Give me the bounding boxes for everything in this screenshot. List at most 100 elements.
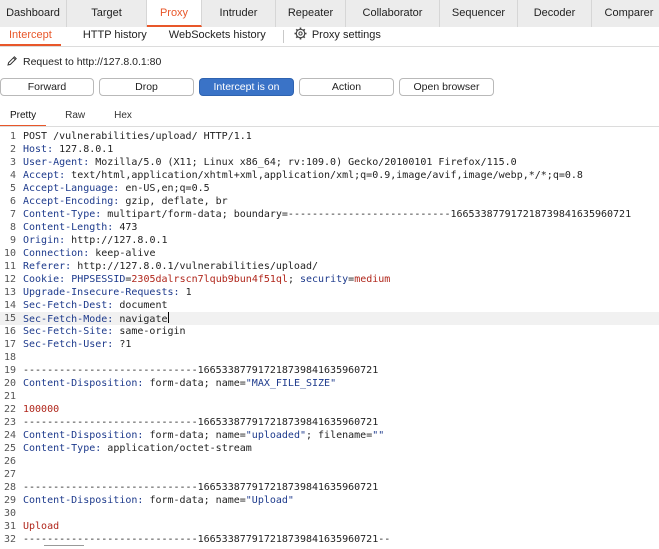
line-text: -----------------------------16653387791… — [23, 364, 659, 377]
code-line[interactable]: 14 Sec-Fetch-Dest: document — [0, 299, 659, 312]
line-content: POST /vulnerabilities/upload/ HTTP/1.1 — [23, 131, 252, 142]
code-line[interactable]: 6 Accept-Encoding: gzip, deflate, br — [0, 195, 659, 208]
tab-comparer[interactable]: Comparer — [592, 0, 659, 27]
line-number: 13 — [3, 287, 16, 298]
code-line[interactable]: 24 Content-Disposition: form-data; name="… — [0, 429, 659, 442]
text-cursor — [167, 312, 169, 323]
tab-sequencer[interactable]: Sequencer — [440, 0, 518, 27]
code-line[interactable]: 1 POST /vulnerabilities/upload/ HTTP/1.1 — [0, 130, 659, 143]
tab-pretty[interactable]: Pretty — [0, 108, 47, 127]
line-number: 14 — [3, 300, 16, 311]
quoted-value: "uploaded" — [245, 430, 306, 441]
line-number: 20 — [3, 378, 16, 389]
code-line[interactable]: 15 Sec-Fetch-Mode: navigate — [0, 312, 659, 325]
line-number: 24 — [3, 430, 16, 441]
code-line[interactable]: 20 Content-Disposition: form-data; name="… — [0, 377, 659, 390]
line-number: 3 — [9, 157, 16, 168]
header-name: Host: — [23, 144, 54, 155]
code-line[interactable]: 10 Connection: keep-alive — [0, 247, 659, 260]
drop-button[interactable]: Drop — [99, 78, 194, 96]
line-text: 100000 — [23, 403, 659, 416]
code-line[interactable]: 8 Content-Length: 473 — [0, 221, 659, 234]
line-text: Upload — [23, 520, 659, 533]
line-text — [23, 507, 659, 520]
cookie-value: medium — [354, 274, 391, 285]
tab-intruder[interactable]: Intruder — [202, 0, 276, 27]
code-line[interactable]: 19 -----------------------------166533877… — [0, 364, 659, 377]
line-number: 27 — [3, 469, 16, 480]
tab-proxy[interactable]: Proxy — [147, 0, 202, 27]
line-text: Referer: http://127.8.0.1/vulnerabilitie… — [23, 260, 659, 273]
line-text: Content-Disposition: form-data; name="up… — [23, 429, 659, 442]
code-line[interactable]: 7 Content-Type: multipart/form-data; boun… — [0, 208, 659, 221]
code-line[interactable]: 11 Referer: http://127.8.0.1/vulnerabilit… — [0, 260, 659, 273]
header-name: Sec-Fetch-Site: — [23, 326, 114, 337]
request-target-label: Request to http://127.8.0.1:80 — [23, 56, 162, 68]
request-editor[interactable]: 1 POST /vulnerabilities/upload/ HTTP/1.1 2… — [0, 130, 659, 548]
code-line[interactable]: 27 — [0, 468, 659, 481]
code-line[interactable]: 2 Host: 127.8.0.1 — [0, 143, 659, 156]
action-button[interactable]: Action — [299, 78, 394, 96]
editor-view-tabs: Pretty Raw Hex — [0, 108, 142, 127]
header-name: Connection: — [23, 248, 90, 259]
header-name: Content-Disposition: — [23, 430, 144, 441]
code-line[interactable]: 22 100000 — [0, 403, 659, 416]
open-browser-button[interactable]: Open browser — [399, 78, 494, 96]
code-line[interactable]: 9 Origin: http://127.8.0.1 — [0, 234, 659, 247]
header-value: form-data; name= — [143, 495, 246, 506]
tab-target[interactable]: Target — [67, 0, 147, 27]
intercept-toggle-button[interactable]: Intercept is on — [199, 78, 294, 96]
line-number: 18 — [3, 352, 16, 363]
code-line[interactable]: 16 Sec-Fetch-Site: same-origin — [0, 325, 659, 338]
pencil-icon — [7, 56, 17, 66]
tab-intercept[interactable]: Intercept — [0, 27, 61, 46]
header-name: Content-Length: — [23, 222, 114, 233]
code-line[interactable]: 29 Content-Disposition: form-data; name="… — [0, 494, 659, 507]
tab-collaborator[interactable]: Collaborator — [346, 0, 440, 27]
line-number: 17 — [3, 339, 16, 350]
tab-raw[interactable]: Raw — [55, 108, 95, 125]
line-number: 25 — [3, 443, 16, 454]
code-line[interactable]: 17 Sec-Fetch-User: ?1 — [0, 338, 659, 351]
header-name: Cookie: — [23, 274, 66, 285]
line-content: -----------------------------16653387791… — [23, 482, 379, 493]
header-name: Content-Type: — [23, 443, 102, 454]
code-line[interactable]: 32 -----------------------------166533877… — [0, 533, 659, 546]
scrollbar-stub[interactable] — [44, 545, 84, 549]
proxy-settings-button[interactable]: Proxy settings — [294, 27, 390, 46]
tab-websockets-history[interactable]: WebSockets history — [160, 27, 275, 46]
header-name: Content-Disposition: — [23, 495, 144, 506]
code-line[interactable]: 31 Upload — [0, 520, 659, 533]
code-line[interactable]: 25 Content-Type: application/octet-stream — [0, 442, 659, 455]
tab-repeater[interactable]: Repeater — [276, 0, 346, 27]
line-text — [23, 455, 659, 468]
cookie-separator: ; — [287, 274, 300, 285]
code-line[interactable]: 12 Cookie: PHPSESSID=2305dalrscn7lqub9bun… — [0, 273, 659, 286]
code-line[interactable]: 26 — [0, 455, 659, 468]
code-line[interactable]: 23 -----------------------------166533877… — [0, 416, 659, 429]
header-value: en-US,en;q=0.5 — [119, 183, 210, 194]
code-line[interactable]: 13 Upgrade-Insecure-Requests: 1 — [0, 286, 659, 299]
code-line[interactable]: 30 — [0, 507, 659, 520]
code-line[interactable]: 18 — [0, 351, 659, 364]
forward-button[interactable]: Forward — [0, 78, 94, 96]
tab-hex[interactable]: Hex — [104, 108, 142, 125]
code-line[interactable]: 4 Accept: text/html,application/xhtml+xml… — [0, 169, 659, 182]
header-value: multipart/form-data; boundary=----------… — [101, 209, 632, 220]
line-number: 8 — [9, 222, 16, 233]
line-text: -----------------------------16653387791… — [23, 481, 659, 494]
cookie-value: 2305dalrscn7lqub9bun4f51ql — [131, 274, 288, 285]
code-line[interactable]: 5 Accept-Language: en-US,en;q=0.5 — [0, 182, 659, 195]
code-line[interactable]: 28 -----------------------------166533877… — [0, 481, 659, 494]
line-text: Content-Type: application/octet-stream — [23, 442, 659, 455]
code-line[interactable]: 3 User-Agent: Mozilla/5.0 (X11; Linux x86… — [0, 156, 659, 169]
line-number: 22 — [3, 404, 16, 415]
header-value: document — [113, 300, 168, 311]
tab-http-history[interactable]: HTTP history — [74, 27, 156, 46]
tab-dashboard[interactable]: Dashboard — [0, 0, 67, 27]
code-line[interactable]: 21 — [0, 390, 659, 403]
line-number: 30 — [3, 508, 16, 519]
tab-decoder[interactable]: Decoder — [518, 0, 592, 27]
header-value: Mozilla/5.0 (X11; Linux x86_64; rv:109.0… — [89, 157, 517, 168]
header-value: ; filename= — [306, 430, 373, 441]
